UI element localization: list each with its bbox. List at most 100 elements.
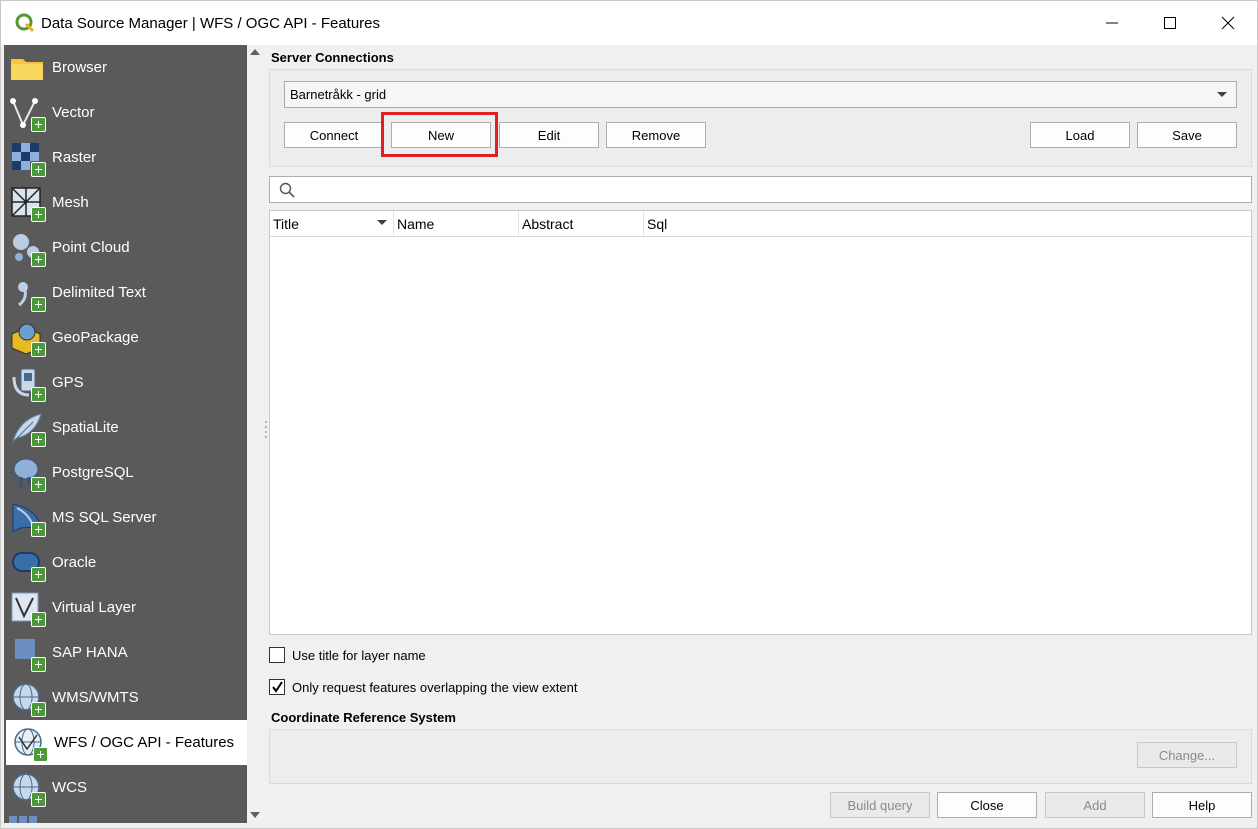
change-crs-label: Change... (1158, 747, 1216, 763)
sort-descending-icon (377, 220, 387, 225)
column-header-label: Name (397, 215, 435, 232)
sidebar-item-geopackage[interactable]: GeoPackage (4, 315, 247, 360)
sidebar-item-virtual-layer[interactable]: Virtual Layer (4, 585, 247, 630)
sidebar-scrollbar[interactable] (247, 45, 263, 823)
connect-button-label: Connect (309, 127, 359, 143)
sidebar-item-label: Mesh (52, 194, 89, 211)
sidebar-item-gps[interactable]: GPS (4, 360, 247, 405)
qgis-logo-icon (15, 13, 35, 33)
crs-label: Coordinate Reference System (271, 710, 456, 725)
sidebar-item-sap-hana[interactable]: SAP HANA (4, 630, 247, 675)
add-button-label: Add (1083, 797, 1107, 813)
connection-select[interactable]: Barnetråkk - grid (284, 81, 1237, 108)
build-query-label: Build query (847, 797, 913, 813)
layers-table[interactable]: Title Name Abstract Sql (269, 210, 1252, 635)
sidebar-item-delimited-text[interactable]: Delimited Text (4, 270, 247, 315)
sidebar-item-label: Virtual Layer (52, 599, 136, 616)
sap-hana-icon (9, 635, 46, 672)
connect-button[interactable]: Connect (284, 122, 384, 148)
splitter-handle[interactable] (265, 421, 267, 441)
only-request-label: Only request features overlapping the vi… (292, 679, 578, 695)
only-request-checkbox[interactable] (269, 679, 285, 695)
load-button-label: Load (1065, 127, 1095, 143)
sidebar-item-mesh[interactable]: Mesh (4, 180, 247, 225)
use-title-option[interactable]: Use title for layer name (269, 647, 426, 663)
crs-group (269, 729, 1252, 784)
remove-button[interactable]: Remove (606, 122, 706, 148)
window-controls (1083, 1, 1257, 45)
sidebar-item-label: SpatiaLite (52, 419, 119, 436)
sidebar-item-label: Raster (52, 149, 97, 166)
minimize-button[interactable] (1083, 1, 1141, 45)
close-window-button[interactable] (1199, 1, 1257, 45)
mssql-icon (9, 500, 46, 537)
sidebar-item-wfs-ogc-api-features[interactable]: WFS / OGC API - Features (6, 720, 247, 765)
maximize-icon (1164, 17, 1176, 29)
search-icon (279, 182, 295, 198)
geopackage-icon (9, 320, 46, 357)
sidebar-item-label: Point Cloud (52, 239, 130, 256)
sidebar-item-vector[interactable]: Vector (4, 90, 247, 135)
edit-button[interactable]: Edit (499, 122, 599, 148)
help-button[interactable]: Help (1152, 792, 1252, 818)
column-header-abstract[interactable]: Abstract (519, 211, 644, 236)
layer-search-input[interactable] (269, 176, 1252, 203)
edit-button-label: Edit (537, 127, 561, 143)
sidebar-item-wcs[interactable]: WCS (4, 765, 247, 810)
close-button[interactable]: Close (937, 792, 1037, 818)
only-request-option[interactable]: Only request features overlapping the vi… (269, 679, 577, 695)
column-header-label: Abstract (522, 215, 574, 232)
column-header-sql[interactable]: Sql (644, 211, 1251, 236)
column-header-label: Sql (647, 215, 668, 232)
load-button[interactable]: Load (1030, 122, 1130, 148)
sidebar-item-spatialite[interactable]: SpatiaLite (4, 405, 247, 450)
wms-globe-icon (9, 680, 46, 717)
table-header: Title Name Abstract Sql (270, 211, 1251, 237)
raster-icon (9, 140, 46, 177)
sidebar-item-label: PostgreSQL (52, 464, 134, 481)
add-button[interactable]: Add (1045, 792, 1145, 818)
sidebar-item-label: Browser (52, 59, 108, 76)
maximize-button[interactable] (1141, 1, 1199, 45)
comma-icon (9, 275, 46, 312)
virtual-layer-icon (9, 590, 46, 627)
scroll-up-icon[interactable] (250, 49, 260, 55)
save-button[interactable]: Save (1137, 122, 1237, 148)
sidebar-item-label: GeoPackage (52, 329, 139, 346)
wcs-globe-icon (9, 770, 46, 807)
feather-icon (9, 410, 46, 447)
sidebar-item-oracle[interactable]: Oracle (4, 540, 247, 585)
partial-next-icon (9, 812, 39, 823)
folder-icon (9, 50, 45, 86)
sidebar-item-browser[interactable]: Browser (4, 45, 247, 90)
change-crs-button[interactable]: Change... (1137, 742, 1237, 768)
sidebar-item-label: MS SQL Server (52, 509, 157, 526)
use-title-checkbox[interactable] (269, 647, 285, 663)
sidebar-item-ms-sql-server[interactable]: MS SQL Server (4, 495, 247, 540)
sidebar-item-label: Vector (52, 104, 95, 121)
oracle-icon (9, 545, 46, 582)
use-title-label: Use title for layer name (292, 647, 426, 663)
sidebar-item-label: WFS / OGC API - Features (54, 734, 235, 751)
column-header-label: Title (273, 215, 299, 232)
source-type-sidebar: Browser Vector Raster Mesh Point Cloud D… (4, 45, 247, 823)
sidebar-item-wms-wmts[interactable]: WMS/WMTS (4, 675, 247, 720)
point-cloud-icon (9, 230, 46, 267)
column-header-name[interactable]: Name (394, 211, 519, 236)
help-button-label: Help (1188, 797, 1216, 813)
column-header-title[interactable]: Title (270, 211, 394, 236)
sidebar-item-postgresql[interactable]: PostgreSQL (4, 450, 247, 495)
scroll-down-icon[interactable] (250, 812, 260, 818)
mesh-icon (9, 185, 46, 222)
sidebar-item-point-cloud[interactable]: Point Cloud (4, 225, 247, 270)
wfs-globe-icon (11, 725, 48, 762)
annotation-highlight-box (381, 112, 498, 157)
build-query-button[interactable]: Build query (830, 792, 930, 818)
elephant-icon (9, 455, 46, 492)
data-source-manager-window: Data Source Manager | WFS / OGC API - Fe… (0, 0, 1258, 829)
sidebar-item-raster[interactable]: Raster (4, 135, 247, 180)
remove-button-label: Remove (631, 127, 681, 143)
gps-icon (9, 365, 46, 402)
connection-select-value: Barnetråkk - grid (290, 87, 387, 102)
sidebar-item-label: WMS/WMTS (52, 689, 139, 706)
